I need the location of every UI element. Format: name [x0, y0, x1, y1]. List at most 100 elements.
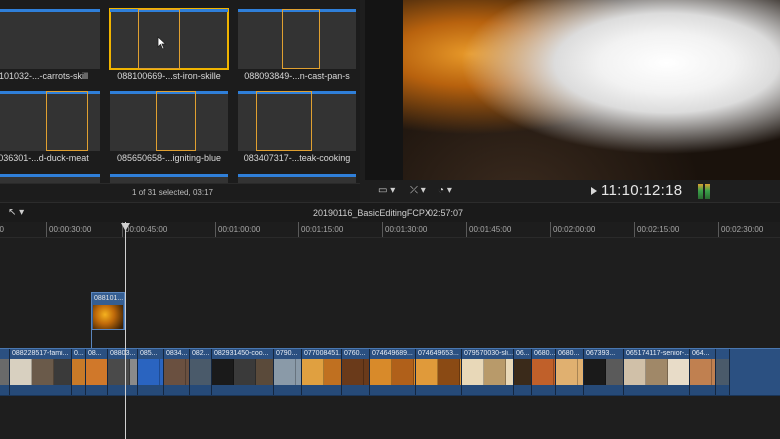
storyline-clip[interactable]: 065174117-senior-...: [624, 349, 690, 395]
storyline-clip-filmstrip: [556, 359, 583, 385]
storyline-clip-audio: [164, 385, 189, 395]
clip-thumbnail[interactable]: [0, 91, 100, 151]
storyline-clip-audio: [716, 385, 729, 395]
ruler-tick: [382, 222, 383, 237]
timeline[interactable]: 088101... 088228517-fami... 0... 08... 0880…: [0, 238, 780, 439]
clip-thumbnail[interactable]: [238, 9, 356, 69]
storyline-clip-filmstrip: [108, 359, 137, 385]
storyline-clip-audio: [624, 385, 689, 395]
clip-thumbnail[interactable]: [110, 91, 228, 151]
storyline-clip-audio: [72, 385, 85, 395]
storyline-clip[interactable]: [0, 349, 10, 395]
storyline-clip[interactable]: 08803...: [108, 349, 138, 395]
connected-clip-thumbnail: [93, 305, 123, 329]
storyline-clip-name: 0790...: [276, 350, 298, 357]
view-options-button[interactable]: ▭ ▾: [378, 184, 395, 198]
storyline-clip-filmstrip: [514, 359, 531, 385]
storyline-clip-name: 08...: [88, 350, 102, 357]
storyline-clip[interactable]: 0680...: [532, 349, 556, 395]
primary-storyline[interactable]: 088228517-fami... 0... 08... 08803... 085...…: [0, 348, 780, 396]
ruler-tick-label: 00:00:45:00: [125, 225, 168, 234]
storyline-clip-name: 067393...: [586, 350, 616, 357]
clip-name: 8036301-...d-duck-meat: [0, 153, 89, 163]
storyline-clip-audio: [108, 385, 137, 395]
storyline-clip-name: 074649689...: [372, 350, 413, 357]
storyline-clip-audio: [342, 385, 369, 395]
storyline-clip[interactable]: 0680...: [556, 349, 584, 395]
clip-thumbnail[interactable]: [109, 8, 229, 70]
storyline-clip[interactable]: 08...: [86, 349, 108, 395]
ruler-tick: [215, 222, 216, 237]
ruler-tick-label: 00: [0, 225, 4, 234]
ruler-tick-label: 00:01:30:00: [385, 225, 428, 234]
storyline-clip-audio: [370, 385, 415, 395]
clip-name: 088100669-...st-iron-skille: [117, 71, 221, 81]
storyline-clip[interactable]: 079570030-sli...: [462, 349, 514, 395]
project-name: 20190116_BasicEditingFCPX: [313, 208, 431, 218]
storyline-clip[interactable]: 064...: [690, 349, 716, 395]
storyline-clip-filmstrip: [212, 359, 273, 385]
storyline-clip-name: 0680...: [534, 350, 555, 357]
transform-tools-button[interactable]: ⤫ ▾: [410, 184, 426, 198]
storyline-clip[interactable]: 067393...: [584, 349, 624, 395]
storyline-clip-name: 0834...: [166, 350, 188, 357]
connected-clip[interactable]: 088101...: [91, 292, 125, 330]
ruler-tick: [298, 222, 299, 237]
storyline-clip-name: 0680...: [558, 350, 580, 357]
connected-clip-name: 088101...: [94, 295, 124, 302]
ruler-tick: [634, 222, 635, 237]
tool-select-menu[interactable]: ↖ ▾: [8, 207, 24, 218]
storyline-clip-audio: [584, 385, 623, 395]
storyline-clip-filmstrip: [584, 359, 623, 385]
storyline-clip-filmstrip: [716, 359, 729, 385]
browser-footer: 1 of 31 selected, 03:17: [0, 183, 360, 200]
ruler-tick-label: 00:01:00:00: [218, 225, 261, 234]
storyline-clip[interactable]: [716, 349, 730, 395]
clip-thumbnail[interactable]: [0, 9, 100, 69]
viewer-toolbar: ▭ ▾ ⤫ ▾ ◔ ▾ 11:10:12:18: [365, 180, 780, 202]
storyline-clip-audio: [462, 385, 513, 395]
storyline-clip[interactable]: 077008451...: [302, 349, 342, 395]
storyline-clip[interactable]: 074649653...: [416, 349, 462, 395]
storyline-clip-filmstrip: [0, 359, 9, 385]
storyline-clip-filmstrip: [72, 359, 85, 385]
play-icon[interactable]: [591, 187, 597, 195]
retime-speed-button[interactable]: ◔ ▾: [438, 184, 452, 198]
timecode-display[interactable]: 11:10:12:18: [601, 183, 682, 199]
storyline-clip[interactable]: 06...: [514, 349, 532, 395]
storyline-clip[interactable]: 082931450-coo...: [212, 349, 274, 395]
storyline-clip[interactable]: 082...: [190, 349, 212, 395]
clip-thumbnail[interactable]: [238, 91, 356, 151]
storyline-clip-name: 064...: [692, 350, 710, 357]
event-browser: 8101032-...-carrots-skill 088100669-...s…: [0, 0, 360, 200]
storyline-clip-audio: [556, 385, 583, 395]
storyline-clip-filmstrip: [164, 359, 189, 385]
storyline-clip-name: 085...: [140, 350, 158, 357]
ruler-tick-label: 00:01:15:00: [301, 225, 344, 234]
storyline-clip-filmstrip: [342, 359, 369, 385]
playhead[interactable]: [125, 222, 126, 439]
ruler-tick: [550, 222, 551, 237]
storyline-clip[interactable]: 0834...: [164, 349, 190, 395]
storyline-clip-audio: [10, 385, 71, 395]
ruler-tick: [46, 222, 47, 237]
storyline-clip[interactable]: 0...: [72, 349, 86, 395]
storyline-clip[interactable]: 0760...: [342, 349, 370, 395]
storyline-clip-filmstrip: [416, 359, 461, 385]
viewer-video-frame: [403, 0, 780, 180]
storyline-clip-name: 077008451...: [304, 350, 341, 357]
viewer[interactable]: [365, 0, 780, 180]
storyline-clip[interactable]: 085...: [138, 349, 164, 395]
timeline-ruler[interactable]: 00 00:00:30:00 00:00:45:00 00:01:00:00 00:01…: [0, 222, 780, 238]
storyline-clip[interactable]: 074649689...: [370, 349, 416, 395]
storyline-clip-filmstrip: [138, 359, 163, 385]
storyline-clip-audio: [190, 385, 211, 395]
audio-meter-icon[interactable]: [698, 184, 712, 199]
storyline-clip-name: 06...: [516, 350, 530, 357]
viewer-letterbox: [365, 0, 403, 180]
storyline-clip-name: 088228517-fami...: [12, 350, 69, 357]
storyline-clip[interactable]: 088228517-fami...: [10, 349, 72, 395]
mouse-pointer-icon: [157, 36, 167, 50]
storyline-clip[interactable]: 0790...: [274, 349, 302, 395]
storyline-clip-filmstrip: [624, 359, 689, 385]
